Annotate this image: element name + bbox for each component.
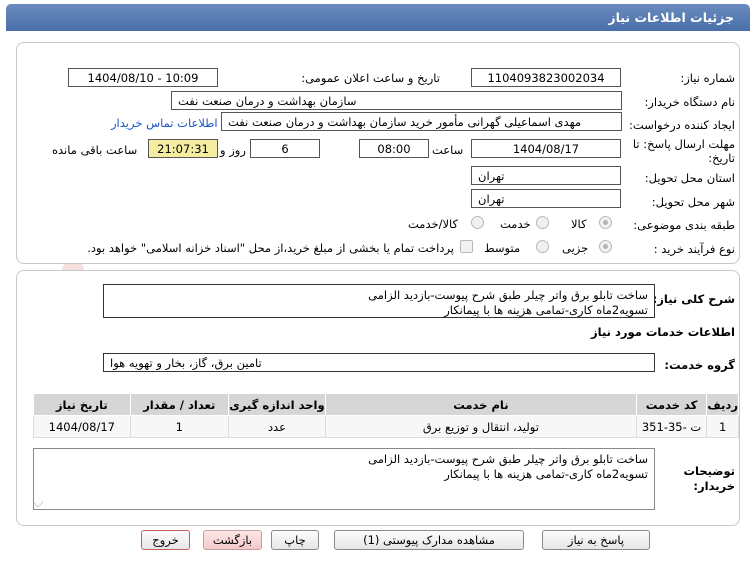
service-group-field: تامین برق، گاز، بخار و تهویه هوا [103, 353, 655, 372]
category-radio-service[interactable] [536, 216, 549, 229]
buyer-notes-line-1: ساخت تابلو برق واتر چیلر طبق شرح پیوست-ب… [368, 452, 648, 466]
province-field: تهران [471, 166, 621, 185]
announce-label: تاریخ و ساعت اعلان عمومی: [301, 71, 440, 85]
back-button[interactable]: بازگشت [203, 530, 262, 550]
announce-field: 1404/08/10 - 10:09 [68, 68, 218, 87]
process-option-medium: متوسط [484, 241, 521, 255]
contact-buyer-link[interactable]: اطلاعات تماس خریدار [111, 116, 218, 130]
col-row: ردیف [706, 393, 739, 416]
buyer-org-label: نام دستگاه خریدار: [644, 95, 735, 109]
province-label: استان محل تحویل: [644, 171, 735, 185]
category-option-goods: کالا [571, 217, 587, 231]
table-header-row: تاریخ نیاز تعداد / مقدار واحد اندازه گیر… [33, 393, 739, 416]
print-button[interactable]: چاپ [271, 530, 319, 550]
attachments-button[interactable]: مشاهده مدارک پیوستی (1) [334, 530, 524, 550]
deadline-date-field: 1404/08/17 [471, 139, 621, 158]
buyer-notes-textarea[interactable]: ساخت تابلو برق واتر چیلر طبق شرح پیوست-ب… [33, 448, 655, 510]
deadline-time-field: 08:00 [359, 139, 429, 158]
category-radio-goods[interactable] [599, 216, 612, 229]
cell-row-number: 1 [706, 415, 739, 438]
buyer-org-field: سازمان بهداشت و درمان صنعت نفت [171, 91, 622, 110]
buyer-notes-label-2: خریدار: [693, 479, 735, 493]
page-title-bar: جزئیات اطلاعات نیاز [6, 4, 750, 31]
cell-service-name: تولید، انتقال و توزیع برق [325, 415, 637, 438]
services-section-title: اطلاعات خدمات مورد نیاز [591, 325, 735, 339]
need-number-label: شماره نیاز: [680, 71, 735, 85]
process-option-minor: جزیی [562, 241, 589, 255]
category-label: طبقه بندی موضوعی: [633, 218, 735, 232]
col-quantity: تعداد / مقدار [129, 393, 229, 416]
remaining-time-field: 21:07:31 [148, 139, 218, 158]
service-group-label: گروه خدمت: [664, 358, 735, 372]
cell-need-date: 1404/08/17 [33, 415, 131, 438]
services-table: تاریخ نیاز تعداد / مقدار واحد اندازه گیر… [33, 393, 739, 438]
payment-checkbox[interactable] [460, 240, 473, 253]
reply-button[interactable]: پاسخ به نیاز [542, 530, 650, 550]
col-need-date: تاریخ نیاز [33, 393, 131, 416]
need-number-field: 1104093823002034 [471, 68, 621, 87]
col-unit: واحد اندازه گیری [227, 393, 327, 416]
col-service-code: کد خدمت [635, 393, 708, 416]
payment-note: پرداخت تمام یا بخشی از مبلغ خرید،از محل … [87, 241, 454, 255]
category-option-goods-service: کالا/خدمت [408, 217, 459, 231]
page-title: جزئیات اطلاعات نیاز [608, 10, 734, 25]
cell-quantity: 1 [129, 415, 229, 438]
requester-field: مهدی اسماعیلی گهرانی مأمور خرید سازمان ب… [221, 112, 622, 131]
remaining-label: ساعت باقی مانده [52, 143, 138, 157]
deadline-label-1: مهلت ارسال پاسخ: تا [632, 137, 735, 151]
cell-unit: عدد [227, 415, 327, 438]
summary-label: شرح کلی نیاز: [652, 292, 735, 306]
city-label: شهر محل تحویل: [651, 195, 735, 209]
process-radio-minor[interactable] [599, 240, 612, 253]
category-option-service: خدمت [500, 217, 531, 231]
days-field: 6 [250, 139, 320, 158]
category-radio-goods-service[interactable] [471, 216, 484, 229]
process-radio-medium[interactable] [536, 240, 549, 253]
exit-button[interactable]: خروج [141, 530, 190, 550]
deadline-label-2: تاریخ: [708, 151, 735, 165]
deadline-time-label: ساعت [432, 143, 464, 157]
summary-line-2: تسویه2ماه کاری-تمامی هزینه ها با پیمانکا… [444, 303, 648, 317]
buyer-notes-line-2: تسویه2ماه کاری-تمامی هزینه ها با پیمانکا… [444, 467, 648, 481]
days-label: روز و [220, 143, 246, 157]
summary-line-1: ساخت تابلو برق واتر چیلر طبق شرح پیوست-ب… [368, 288, 648, 302]
cell-service-code: ت -35-351 [635, 415, 708, 438]
col-service-name: نام خدمت [325, 393, 637, 416]
process-label: نوع فرآیند خرید : [653, 242, 735, 256]
city-field: تهران [471, 189, 621, 208]
summary-textarea[interactable]: ساخت تابلو برق واتر چیلر طبق شرح پیوست-ب… [103, 284, 655, 318]
table-row: 1404/08/17 1 عدد تولید، انتقال و توزیع ب… [33, 415, 739, 438]
buyer-notes-label-1: توضیحات [683, 464, 736, 478]
requester-label: ایجاد کننده درخواست: [629, 118, 735, 132]
